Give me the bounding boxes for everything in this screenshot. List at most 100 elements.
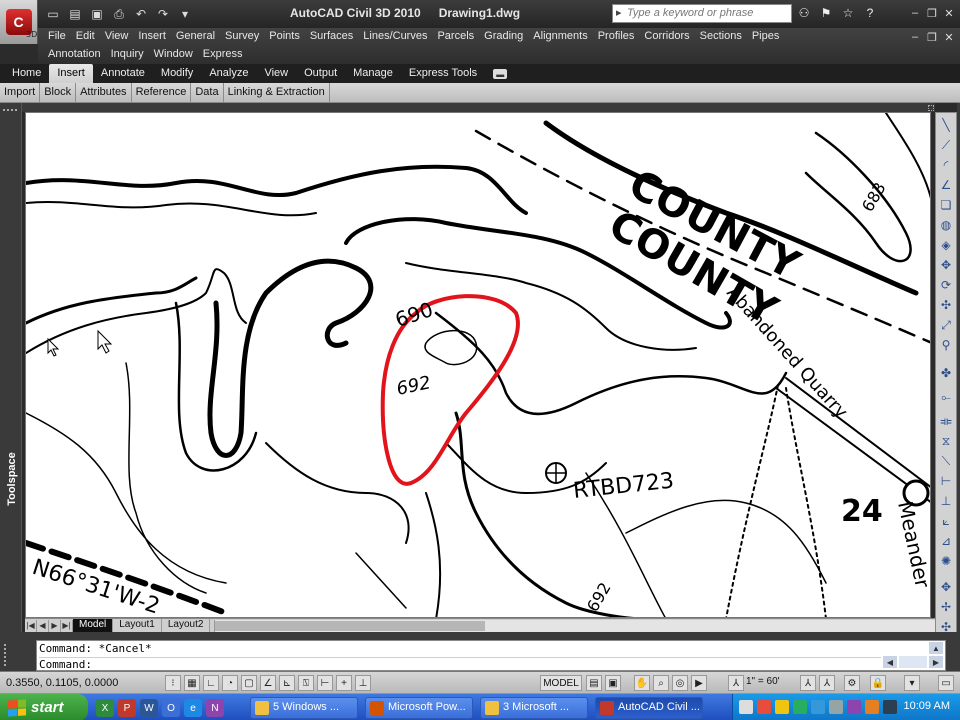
tool-offset-icon[interactable]: ⟚ xyxy=(938,413,954,429)
ribbon-panel-import[interactable]: Import xyxy=(0,83,41,103)
scroll-left-icon[interactable]: ◀ xyxy=(883,656,897,668)
tool-snap-icon[interactable]: ✣ xyxy=(938,297,954,313)
model-space-button[interactable]: MODEL xyxy=(540,675,582,691)
tool-break-icon[interactable]: ⟍ xyxy=(938,453,954,469)
ribbon-tab-output[interactable]: Output xyxy=(296,64,345,83)
prev-layout-icon[interactable]: ◀ xyxy=(37,619,49,632)
new-file-icon[interactable]: ▭ xyxy=(44,5,62,23)
menu-annotation[interactable]: Annotation xyxy=(48,46,101,64)
menu-edit[interactable]: Edit xyxy=(76,28,95,46)
quick-view-drawings-icon[interactable]: ▣ xyxy=(605,675,621,691)
ribbon-panel-linking-extraction[interactable]: Linking & Extraction xyxy=(224,83,330,103)
excel-icon[interactable]: X xyxy=(96,699,114,717)
save-icon[interactable]: ▣ xyxy=(88,5,106,23)
help-icon[interactable]: ? xyxy=(862,5,878,21)
taskbar-item-autocad[interactable]: AutoCAD Civil ... xyxy=(595,697,703,719)
snap-mode-icon[interactable]: ⁝ xyxy=(165,675,181,691)
menu-insert[interactable]: Insert xyxy=(138,28,166,46)
ribbon-tab-annotate[interactable]: Annotate xyxy=(93,64,153,83)
outlook-icon[interactable]: O xyxy=(162,699,180,717)
palette-grip[interactable] xyxy=(928,105,934,111)
favorites-star-icon[interactable]: ☆ xyxy=(840,5,856,21)
ribbon-tab-insert[interactable]: Insert xyxy=(49,64,93,83)
ribbon-tab-analyze[interactable]: Analyze xyxy=(201,64,256,83)
menu-profiles[interactable]: Profiles xyxy=(598,28,635,46)
ortho-mode-icon[interactable]: ∟ xyxy=(203,675,219,691)
steering-wheel-icon[interactable]: ◎ xyxy=(672,675,688,691)
redo-icon[interactable]: ↷ xyxy=(154,5,172,23)
start-button[interactable]: start xyxy=(0,694,88,720)
tool-globe-icon[interactable]: ◍ xyxy=(938,217,954,233)
tray-antivirus-icon[interactable] xyxy=(793,700,807,714)
ribbon-panel-attributes[interactable]: Attributes xyxy=(76,83,132,103)
horizontal-scrollbar[interactable] xyxy=(214,619,935,632)
coordinates-readout[interactable]: 0.3550, 0.1105, 0.0000 xyxy=(6,677,118,689)
tool-scale-icon[interactable]: ⤢ xyxy=(938,317,954,333)
menu-express[interactable]: Express xyxy=(203,46,243,64)
powerpoint-icon[interactable]: P xyxy=(118,699,136,717)
menu-general[interactable]: General xyxy=(176,28,215,46)
grid-display-icon[interactable]: ▦ xyxy=(184,675,200,691)
showmotion-icon[interactable]: ▶ xyxy=(691,675,707,691)
tool-grid-icon[interactable]: ✤ xyxy=(938,365,954,381)
lock-icon[interactable]: 🔒 xyxy=(870,675,886,691)
menu-points[interactable]: Points xyxy=(269,28,300,46)
tray-update-icon[interactable] xyxy=(775,700,789,714)
menu-pipes[interactable]: Pipes xyxy=(752,28,780,46)
dynamic-input-icon[interactable]: ⍂ xyxy=(298,675,314,691)
ie-icon[interactable]: e xyxy=(184,699,202,717)
application-menu-button[interactable]: C 3D xyxy=(0,0,38,44)
tray-misc-icon[interactable] xyxy=(883,700,897,714)
tray-app-icon[interactable] xyxy=(847,700,861,714)
print-icon[interactable]: ⎙ xyxy=(110,5,128,23)
toolspace-grip[interactable] xyxy=(3,109,17,115)
menu-window[interactable]: Window xyxy=(154,46,193,64)
ribbon-tab-home[interactable]: Home xyxy=(4,64,49,83)
annotation-scale-value[interactable]: 1" = 60' xyxy=(746,676,780,687)
menu-corridors[interactable]: Corridors xyxy=(644,28,689,46)
drawing-restore-icon[interactable]: ❐ xyxy=(925,30,939,44)
tool-pin-icon[interactable]: ⚲ xyxy=(938,337,954,353)
tool-layers-icon[interactable]: ◈ xyxy=(938,237,954,253)
command-input-line[interactable]: Command: xyxy=(39,657,881,671)
ribbon-tab-express-tools[interactable]: Express Tools xyxy=(401,64,485,83)
ribbon-panel-block[interactable]: Block xyxy=(40,83,77,103)
close-icon[interactable]: ✕ xyxy=(942,6,956,20)
menu-grading[interactable]: Grading xyxy=(484,28,523,46)
first-layout-icon[interactable]: |◀ xyxy=(25,619,37,632)
polar-tracking-icon[interactable]: ◔ xyxy=(222,675,238,691)
menu-view[interactable]: View xyxy=(105,28,129,46)
lineweight-icon[interactable]: ⊢ xyxy=(317,675,333,691)
menu-file[interactable]: File xyxy=(48,28,66,46)
minimize-icon[interactable]: – xyxy=(908,6,922,20)
taskbar-item-windows-explorer[interactable]: 5 Windows ... xyxy=(250,697,358,719)
tab-model[interactable]: Model xyxy=(73,619,114,632)
pan-icon[interactable]: ✋ xyxy=(634,675,650,691)
menu-survey[interactable]: Survey xyxy=(225,28,259,46)
taskbar-item-microsoft[interactable]: 3 Microsoft ... xyxy=(480,697,588,719)
auto-scale-icon[interactable]: ⅄ xyxy=(819,675,835,691)
word-icon[interactable]: W xyxy=(140,699,158,717)
tab-layout2[interactable]: Layout2 xyxy=(162,619,211,632)
tool-extend-icon[interactable]: ⊢ xyxy=(938,473,954,489)
restore-icon[interactable]: ❐ xyxy=(925,6,939,20)
tool-move-icon[interactable]: ✥ xyxy=(938,257,954,273)
subscription-icon[interactable]: ⚑ xyxy=(818,5,834,21)
tray-bluetooth-icon[interactable] xyxy=(811,700,825,714)
menu-parcels[interactable]: Parcels xyxy=(437,28,474,46)
undo-icon[interactable]: ↶ xyxy=(132,5,150,23)
tool-polyline-icon[interactable]: ⟋ xyxy=(938,137,954,153)
tray-network-icon[interactable] xyxy=(739,700,753,714)
annotation-scale-icon[interactable]: ⅄ xyxy=(728,675,744,691)
scrollbar-thumb[interactable] xyxy=(215,620,486,631)
open-folder-icon[interactable]: ▤ xyxy=(66,5,84,23)
zoom-icon[interactable]: ⌕ xyxy=(653,675,669,691)
tool-orbit-icon[interactable]: ✢ xyxy=(938,599,954,615)
quick-view-layouts-icon[interactable]: ▤ xyxy=(586,675,602,691)
command-line[interactable]: Command: *Cancel* Command: ◀ ▶ ▲ xyxy=(36,640,946,671)
tool-rotate-icon[interactable]: ⟳ xyxy=(938,277,954,293)
quick-properties-icon[interactable]: + xyxy=(336,675,352,691)
last-layout-icon[interactable]: ▶| xyxy=(61,619,73,632)
object-snap-icon[interactable]: ▢ xyxy=(241,675,257,691)
ribbon-tab-manage[interactable]: Manage xyxy=(345,64,401,83)
